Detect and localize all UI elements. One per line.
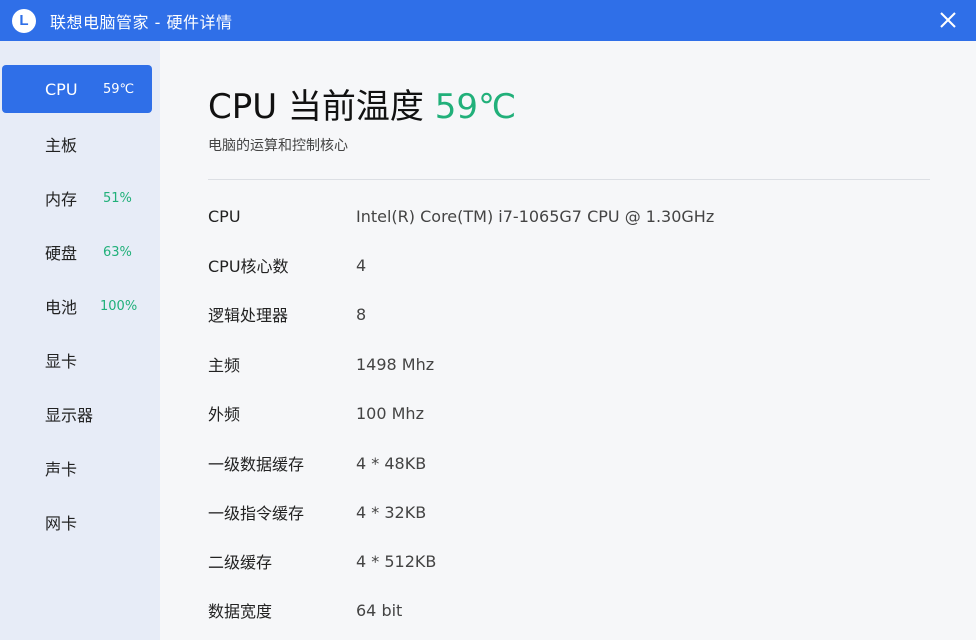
sidebar-item-label: 内存 <box>45 190 78 209</box>
sidebar-item-sound-card[interactable]: 声卡 <box>2 444 152 492</box>
spec-key: CPU核心数 <box>208 257 289 276</box>
sidebar-item-value: 63% <box>103 244 132 260</box>
sidebar-item-value: 51% <box>103 190 132 206</box>
spec-value: Intel(R) Core(TM) i7-1065G7 CPU @ 1.30GH… <box>356 206 715 226</box>
sidebar-item-disk[interactable]: 硬盘 63% <box>2 228 152 276</box>
spec-row: 二级缓存 4 * 512KB <box>208 549 908 573</box>
spec-key: 二级缓存 <box>208 553 273 572</box>
sidebar-item-label: 硬盘 <box>45 244 78 263</box>
spec-key: 一级指令缓存 <box>208 504 305 523</box>
spec-key: 一级数据缓存 <box>208 455 305 474</box>
spec-value: 4 * 32KB <box>356 502 427 522</box>
sidebar-item-label: 主板 <box>45 136 78 155</box>
sidebar-item-label: 显卡 <box>45 352 78 371</box>
window-title: 联想电脑管家 - 硬件详情 <box>50 12 233 32</box>
sidebar-item-label: 电池 <box>45 298 78 317</box>
spec-row: 外频 100 Mhz <box>208 401 908 425</box>
lenovo-logo-icon: L <box>12 8 36 33</box>
divider <box>208 179 930 180</box>
spec-value: 4 <box>356 255 367 275</box>
spec-row: 主频 1498 Mhz <box>208 352 908 376</box>
sidebar-item-battery[interactable]: 电池 100% <box>2 282 152 330</box>
sidebar-item-graphics[interactable]: 显卡 <box>2 336 152 384</box>
page-title: CPU 当前温度 59℃ <box>208 79 516 128</box>
sidebar-item-label: 显示器 <box>45 406 94 425</box>
sidebar-item-motherboard[interactable]: 主板 <box>2 120 152 168</box>
sidebar-item-label: CPU <box>45 79 78 99</box>
spec-key: 逻辑处理器 <box>208 306 289 325</box>
spec-key: 数据宽度 <box>208 602 273 621</box>
spec-value: 64 bit <box>356 600 403 620</box>
sidebar-item-label: 网卡 <box>45 514 78 533</box>
temperature-value: 59℃ <box>434 87 517 127</box>
spec-key: CPU <box>208 206 241 226</box>
hardware-sidebar: CPU 59℃ 主板 内存 51% 硬盘 63% 电池 100% 显卡 显示器 … <box>0 41 160 640</box>
spec-value: 100 Mhz <box>356 403 424 423</box>
close-button[interactable] <box>934 6 962 34</box>
spec-key: 主频 <box>208 356 241 375</box>
page-subtitle: 电脑的运算和控制核心 <box>208 138 348 154</box>
sidebar-item-memory[interactable]: 内存 51% <box>2 174 152 222</box>
spec-value: 1498 Mhz <box>356 354 435 374</box>
sidebar-item-network-card[interactable]: 网卡 <box>2 498 152 546</box>
heading-label: CPU 当前温度 <box>208 87 424 127</box>
close-icon <box>940 12 956 28</box>
hardware-details-window: L 联想电脑管家 - 硬件详情 CPU 59℃ 主板 内存 51% 硬盘 63%… <box>0 0 976 640</box>
spec-row: 逻辑处理器 8 <box>208 302 908 326</box>
spec-key: 外频 <box>208 405 241 424</box>
spec-row: 数据宽度 64 bit <box>208 598 908 622</box>
sidebar-item-display[interactable]: 显示器 <box>2 390 152 438</box>
spec-row: 一级数据缓存 4 * 48KB <box>208 451 908 475</box>
sidebar-item-label: 声卡 <box>45 460 78 479</box>
spec-row: 一级指令缓存 4 * 32KB <box>208 500 908 524</box>
sidebar-item-value: 100% <box>100 298 138 314</box>
sidebar-item-cpu[interactable]: CPU 59℃ <box>2 65 152 113</box>
spec-value: 4 * 48KB <box>356 453 427 473</box>
spec-row: CPU核心数 4 <box>208 253 908 277</box>
spec-value: 8 <box>356 304 367 324</box>
spec-row: CPU Intel(R) Core(TM) i7-1065G7 CPU @ 1.… <box>208 204 908 228</box>
spec-value: 4 * 512KB <box>356 551 437 571</box>
title-bar: L 联想电脑管家 - 硬件详情 <box>0 0 976 41</box>
sidebar-item-value: 59℃ <box>103 81 135 97</box>
details-panel: CPU 当前温度 59℃ 电脑的运算和控制核心 CPU Intel(R) Cor… <box>160 41 976 640</box>
